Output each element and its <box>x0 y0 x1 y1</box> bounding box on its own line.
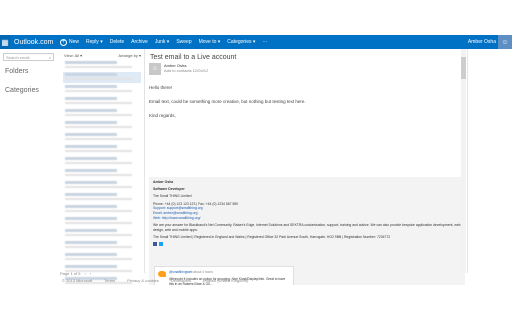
list-item[interactable] <box>63 144 141 155</box>
list-item[interactable] <box>63 84 141 95</box>
sig-about: We are your answer for Blackbaud's Net C… <box>153 223 461 232</box>
list-item[interactable] <box>63 108 141 119</box>
reading-scrollbar[interactable] <box>461 49 466 273</box>
footer: © 2013 Microsoft Terms Privacy & cookies… <box>0 276 512 285</box>
search-icon[interactable]: ⌕ <box>49 55 51 60</box>
email-body: Hello there! Email text, could be someth… <box>149 85 461 127</box>
categories-button[interactable]: Categories ▾ <box>227 39 255 45</box>
search-input[interactable]: Search email ⌕ <box>3 53 54 61</box>
folder-pane: Search email ⌕ Folders Categories <box>0 49 57 273</box>
tweet-user[interactable]: @smallthingweb <box>169 270 192 274</box>
sig-name: Amber Osha <box>153 180 174 184</box>
user-name[interactable]: Amber Osha <box>468 39 496 45</box>
folders-heading[interactable]: Folders <box>5 68 57 75</box>
sig-web[interactable]: Web: http://www.smallthing.org/ <box>153 216 461 221</box>
list-item[interactable] <box>63 204 141 215</box>
privacy-link[interactable]: Privacy & cookies <box>127 278 159 283</box>
move-to-button[interactable]: Move to ▾ <box>199 39 221 45</box>
delete-button[interactable]: Delete <box>110 39 124 45</box>
list-item[interactable] <box>63 192 141 203</box>
sender-avatar: ☺ <box>149 63 161 75</box>
categories-heading[interactable]: Categories <box>5 87 57 94</box>
avatar[interactable]: ☺ <box>498 35 512 49</box>
list-item[interactable] <box>63 72 141 83</box>
arrange-by[interactable]: Arrange by ▾ <box>118 53 141 58</box>
more-button[interactable]: ··· <box>262 39 267 45</box>
list-item[interactable] <box>63 156 141 167</box>
message-list: View: All ▾ Arrange by ▾ <box>57 49 145 296</box>
reading-pane: Test email to a Live account ☺ Amber Osh… <box>145 49 467 317</box>
reply-button[interactable]: Reply ▾ <box>86 39 103 45</box>
closing: Kind regards, <box>149 113 176 118</box>
app-header: ▦ Outlook.com + New Reply ▾ Delete Archiv… <box>0 35 512 49</box>
list-item[interactable] <box>63 168 141 179</box>
facebook-icon[interactable] <box>153 241 157 246</box>
list-item[interactable] <box>63 96 141 107</box>
new-button[interactable]: + New <box>60 38 79 46</box>
list-header: View: All ▾ Arrange by ▾ <box>57 49 144 60</box>
copyright: © 2013 Microsoft <box>62 278 93 283</box>
tweet-meta: about 4 hours <box>193 270 213 274</box>
archive-button[interactable]: Archive <box>131 39 148 45</box>
body-text: Email text, could be something more crea… <box>149 99 306 104</box>
language-link[interactable]: English (United Kingdom) <box>203 278 248 283</box>
list-item[interactable] <box>63 228 141 239</box>
browser-top-blank <box>0 0 512 35</box>
list-item[interactable] <box>63 132 141 143</box>
terms-link[interactable]: Terms <box>104 278 115 283</box>
list-item[interactable] <box>63 252 141 263</box>
junk-button[interactable]: Junk ▾ <box>155 39 169 45</box>
browser-bottom-blank <box>0 285 512 320</box>
twitter-icon[interactable] <box>159 241 163 246</box>
list-item[interactable] <box>63 120 141 131</box>
toolbar: + New Reply ▾ Delete Archive Junk ▾ Sweep… <box>60 38 267 46</box>
scroll-thumb[interactable] <box>461 57 466 79</box>
developers-link[interactable]: Developers <box>171 278 191 283</box>
app-grid-icon[interactable]: ▦ <box>0 35 10 49</box>
greeting: Hello there! <box>149 85 173 90</box>
view-filter[interactable]: View: All ▾ <box>64 53 82 58</box>
sender-detail[interactable]: Add to contacts 12/04/12 <box>164 68 208 73</box>
sender-block: ☺ Amber Osha Add to contacts 12/04/12 <box>149 63 208 75</box>
message-items <box>57 60 144 299</box>
right-rail <box>467 49 512 273</box>
list-item[interactable] <box>63 60 141 71</box>
sig-title: Software Developer <box>153 186 185 191</box>
email-subject: Test email to a Live account <box>150 54 237 61</box>
sig-company: The Small THING Limited <box>153 194 192 199</box>
list-item[interactable] <box>63 216 141 227</box>
sweep-button[interactable]: Sweep <box>176 39 191 45</box>
list-item[interactable] <box>63 240 141 251</box>
social-icons <box>153 241 461 246</box>
sig-legal: The Small THING Limited | Registered in … <box>153 235 391 240</box>
list-item[interactable] <box>63 180 141 191</box>
brand-logo[interactable]: Outlook.com <box>14 39 60 46</box>
plus-icon: + <box>60 38 67 46</box>
